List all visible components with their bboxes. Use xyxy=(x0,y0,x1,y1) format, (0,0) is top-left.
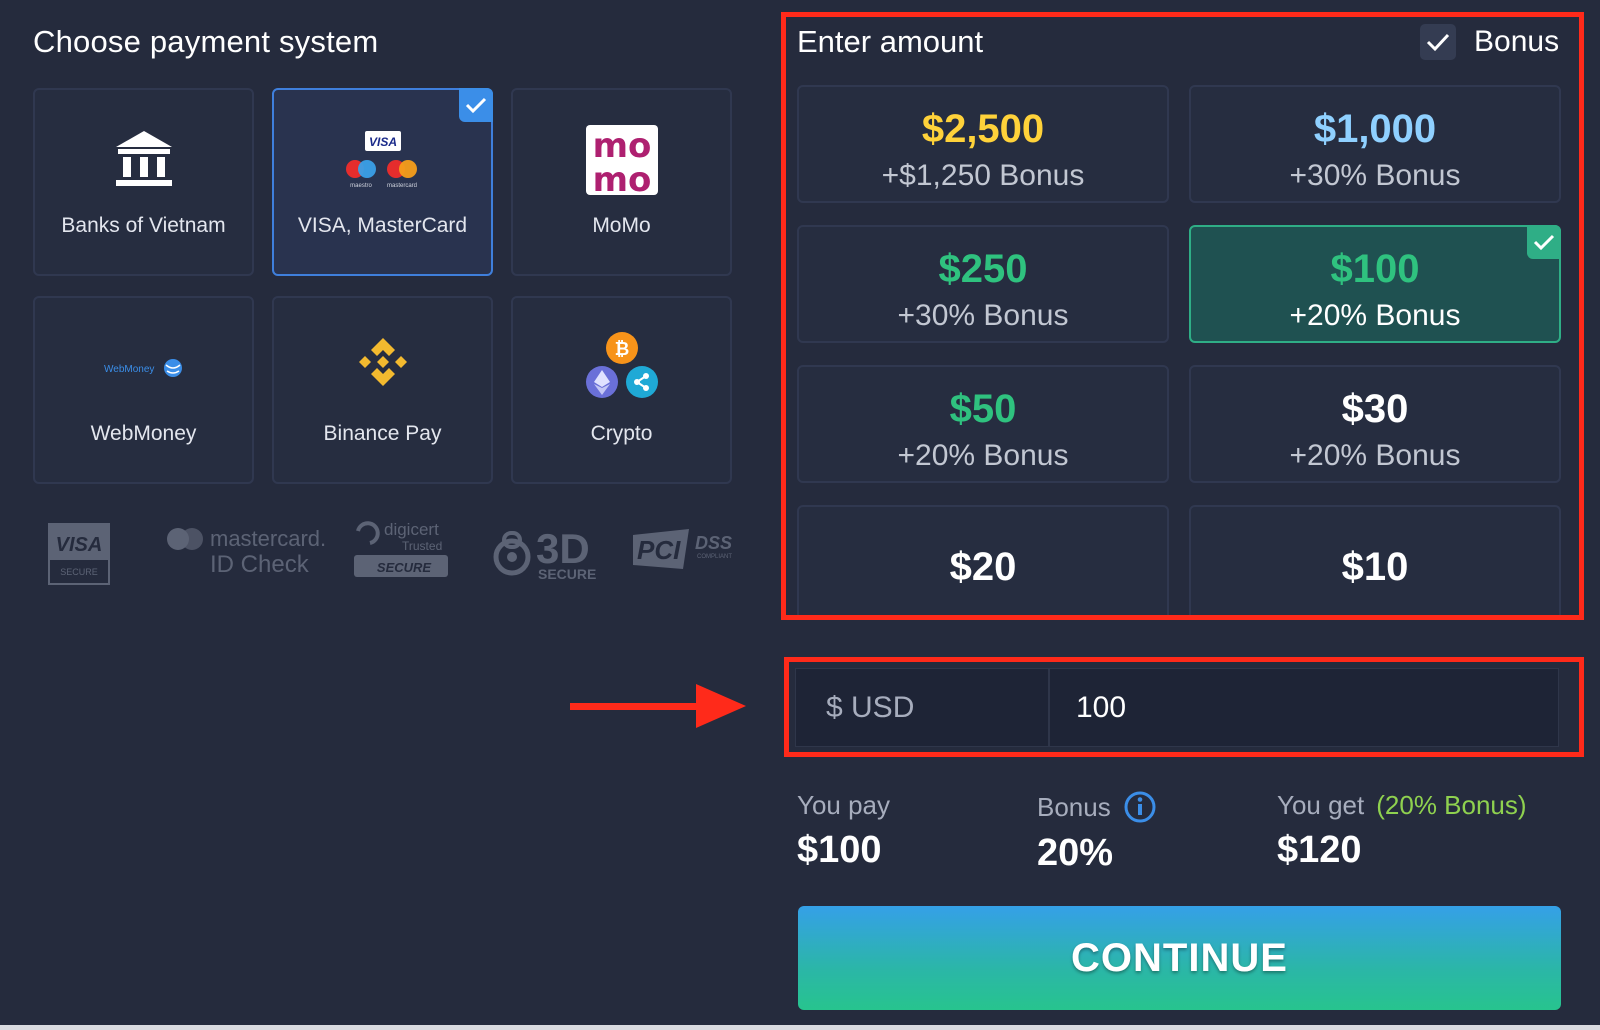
payment-method-momo[interactable]: mo mo MoMo xyxy=(511,88,732,276)
bonus-toggle-label: Bonus xyxy=(1474,25,1560,58)
payment-method-binance-pay[interactable]: Binance Pay xyxy=(272,296,493,484)
you-get-bonus-note: (20% Bonus) xyxy=(1376,790,1527,820)
webmoney-logo-text: WebMoney xyxy=(104,364,154,375)
visa-secure-brand: VISA xyxy=(56,534,103,556)
amount-option-30[interactable]: $30 +20% Bonus xyxy=(1189,365,1561,483)
you-pay-value: $100 xyxy=(797,829,882,871)
amount-input[interactable] xyxy=(1050,669,1558,746)
3d-text: 3D xyxy=(536,525,590,572)
you-pay-label: You pay xyxy=(797,790,891,820)
amount-option-value: $2,500 xyxy=(921,107,1045,151)
momo-line-2: mo xyxy=(592,160,651,195)
amount-option-value: $100 xyxy=(1330,247,1420,291)
checkmark-icon xyxy=(1426,33,1450,52)
security-badges: VISA SECURE mastercard. ID Check digicer… xyxy=(48,520,748,595)
amount-option-100[interactable]: $100 +20% Bonus xyxy=(1189,225,1561,343)
maestro-text: maestro xyxy=(350,183,372,189)
bottom-divider xyxy=(0,1025,1600,1030)
amount-option-2500[interactable]: $2,500 +$1,250 Bonus xyxy=(797,85,1169,203)
amount-option-value: $50 xyxy=(949,387,1017,431)
payment-method-label: MoMo xyxy=(592,214,651,237)
amount-option-bonus: +30% Bonus xyxy=(1289,159,1461,192)
digicert-trusted: Trusted xyxy=(402,539,442,553)
payment-method-label: Binance Pay xyxy=(323,422,442,445)
3d-secure-text: SECURE xyxy=(538,566,596,582)
mastercard-id-check-logo: mastercard. ID Check xyxy=(162,525,328,586)
amount-option-bonus: +$1,250 Bonus xyxy=(881,159,1085,192)
webmoney-logo: WebMoney xyxy=(99,328,189,408)
you-get-value: $120 xyxy=(1277,829,1362,871)
payment-method-label: Crypto xyxy=(590,422,653,445)
mastercard-small-text: mastercard xyxy=(386,183,416,189)
annotation-arrow-icon xyxy=(570,684,750,728)
amount-option-bonus: +20% Bonus xyxy=(897,439,1069,472)
visa-secure-sub: SECURE xyxy=(60,567,98,577)
amount-option-value: $1,000 xyxy=(1313,107,1437,151)
payment-method-crypto[interactable]: ₿ Crypto xyxy=(511,296,732,484)
bonus-summary: Bonus 20% xyxy=(1037,790,1157,875)
payment-method-banks-of-vietnam[interactable]: Banks of Vietnam xyxy=(33,88,254,276)
you-get-summary: You get (20% Bonus) $120 xyxy=(1277,790,1527,872)
you-pay-summary: You pay $100 xyxy=(797,790,890,872)
continue-button[interactable]: CONTINUE xyxy=(798,906,1561,1010)
bank-icon xyxy=(99,120,189,200)
visa-secure-logo: VISA SECURE xyxy=(48,523,110,590)
digicert-logo: digicert Trusted SECURE xyxy=(352,517,452,586)
amount-option-value: $20 xyxy=(949,545,1017,589)
payment-method-visa-mastercard[interactable]: VISA maestro mastercard VISA, MasterCard xyxy=(272,88,493,276)
dss-compliant-text: COMPLIANT xyxy=(697,554,732,560)
amount-option-bonus: +20% Bonus xyxy=(1289,299,1461,332)
amount-option-50[interactable]: $50 +20% Bonus xyxy=(797,365,1169,483)
bonus-toggle[interactable]: Bonus xyxy=(1420,22,1559,62)
mastercard-sub: ID Check xyxy=(210,551,310,578)
svg-text:₿: ₿ xyxy=(614,339,629,360)
you-get-label: You get xyxy=(1277,790,1365,820)
payment-section-title: Choose payment system xyxy=(33,24,379,59)
bonus-summary-value: 20% xyxy=(1037,832,1114,874)
digicert-secure: SECURE xyxy=(377,560,432,575)
momo-logo: mo mo xyxy=(577,120,667,200)
amount-option-bonus: +30% Bonus xyxy=(897,299,1069,332)
pci-text: PCI xyxy=(637,535,681,565)
currency-selector[interactable]: $ USD xyxy=(796,669,1050,746)
payment-method-label: Banks of Vietnam xyxy=(61,214,226,237)
amount-section-title: Enter amount xyxy=(797,24,984,59)
amount-option-value: $30 xyxy=(1341,387,1409,431)
amount-option-bonus: +20% Bonus xyxy=(1289,439,1461,472)
amount-option-250[interactable]: $250 +30% Bonus xyxy=(797,225,1169,343)
visa-card-text: VISA xyxy=(368,135,396,149)
amount-option-20[interactable]: $20 xyxy=(797,505,1169,615)
amount-input-group: $ USD xyxy=(795,668,1559,747)
amount-option-1000[interactable]: $1,000 +30% Bonus xyxy=(1189,85,1561,203)
mastercard-brand: mastercard. xyxy=(210,526,326,551)
3d-secure-logo: 3D SECURE xyxy=(492,519,602,588)
pci-dss-logo: PCI DSS COMPLIANT xyxy=(633,525,743,580)
payment-method-label: WebMoney xyxy=(90,422,197,445)
amount-option-value: $250 xyxy=(938,247,1028,291)
amount-option-10[interactable]: $10 xyxy=(1189,505,1561,615)
payment-method-webmoney[interactable]: WebMoney WebMoney xyxy=(33,296,254,484)
dss-text: DSS xyxy=(695,533,732,553)
visa-mastercard-icon: VISA maestro mastercard xyxy=(338,120,428,200)
digicert-brand: digicert xyxy=(384,520,439,539)
selected-check-icon xyxy=(1527,225,1561,259)
payment-methods-grid: Banks of Vietnam VISA maestro mastercard… xyxy=(33,88,743,490)
binance-logo xyxy=(338,328,428,408)
bonus-summary-label: Bonus xyxy=(1037,791,1111,822)
info-icon[interactable] xyxy=(1123,790,1157,824)
bonus-checkbox[interactable] xyxy=(1420,24,1456,60)
amount-option-value: $10 xyxy=(1341,545,1409,589)
crypto-icon: ₿ xyxy=(577,328,667,408)
payment-method-label: VISA, MasterCard xyxy=(297,214,468,237)
selected-check-icon xyxy=(459,88,493,122)
